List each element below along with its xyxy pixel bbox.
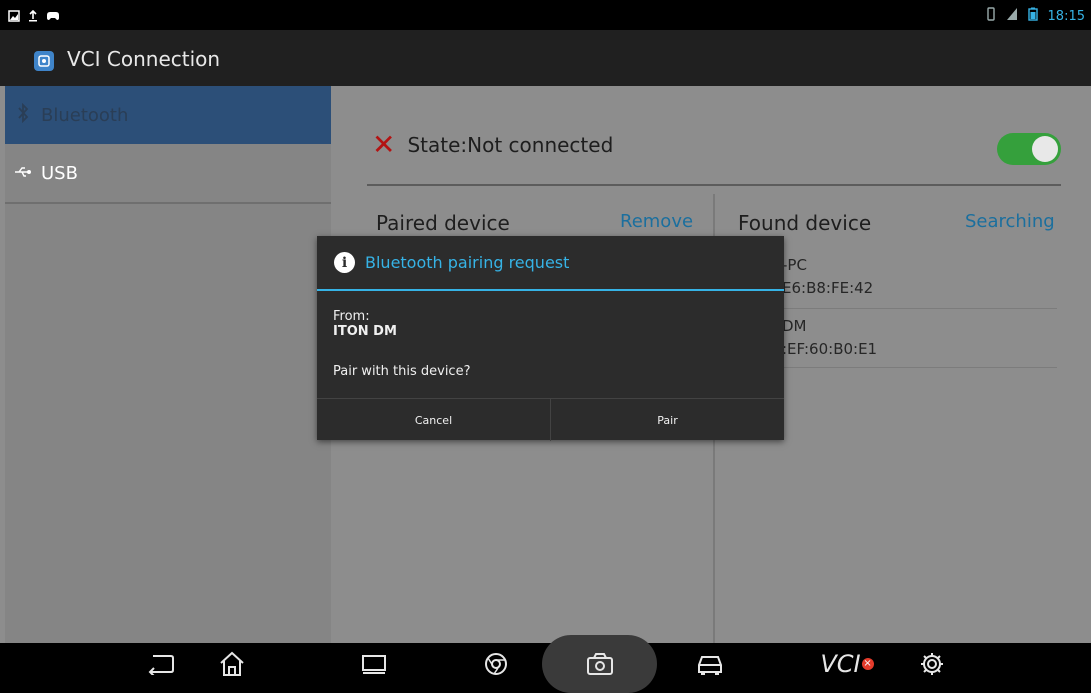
settings-icon[interactable] xyxy=(914,648,950,680)
disconnected-badge-icon: × xyxy=(861,658,874,670)
browser-icon[interactable] xyxy=(478,648,514,680)
pair-question: Pair with this device? xyxy=(333,364,471,379)
cancel-button[interactable]: Cancel xyxy=(317,399,551,441)
sidebar-item-bluetooth[interactable]: Bluetooth xyxy=(5,86,331,144)
signal-icon xyxy=(1006,7,1018,25)
dialog-header: i Bluetooth pairing request xyxy=(317,236,784,289)
game-controller-icon xyxy=(46,7,60,26)
sidebar-item-label: USB xyxy=(41,162,78,184)
navigation-bar: VCI × xyxy=(0,635,1091,693)
status-left-icons xyxy=(8,7,60,26)
sidebar-item-label: Bluetooth xyxy=(41,104,129,126)
dialog-buttons: Cancel Pair xyxy=(317,398,784,441)
found-device-title: Found device xyxy=(738,211,872,235)
remove-button[interactable]: Remove xyxy=(620,211,693,232)
found-device-name[interactable]: DM xyxy=(782,317,807,335)
upload-icon xyxy=(27,7,39,26)
dialog-body: From: ITON DM xyxy=(333,309,397,339)
found-device-address: E6:B8:FE:42 xyxy=(782,279,874,297)
found-device-address: :EF:60:B0:E1 xyxy=(782,340,878,358)
battery-icon xyxy=(1027,7,1038,25)
usb-icon xyxy=(5,163,41,184)
searching-status[interactable]: Searching xyxy=(965,211,1055,232)
image-icon xyxy=(8,7,20,26)
car-icon[interactable] xyxy=(692,648,728,680)
clock: 18:15 xyxy=(1047,8,1085,24)
vci-label: VCI xyxy=(820,650,861,678)
camera-icon[interactable] xyxy=(582,648,618,680)
status-right: 18:15 xyxy=(986,7,1085,25)
sidebar-item-usb[interactable]: USB xyxy=(5,144,331,204)
divider xyxy=(367,184,1061,186)
bluetooth-icon xyxy=(5,102,41,128)
connection-state: ✕ State:Not connected xyxy=(372,131,613,159)
toggle-knob xyxy=(1032,136,1058,162)
sidebar: Bluetooth USB xyxy=(5,86,331,643)
pairing-dialog: i Bluetooth pairing request From: ITON D… xyxy=(317,236,784,441)
from-label: From: xyxy=(333,309,370,324)
vibrate-icon xyxy=(986,7,996,25)
dialog-title: Bluetooth pairing request xyxy=(365,253,570,272)
app-title: VCI Connection xyxy=(67,47,221,71)
dialog-title-divider xyxy=(317,289,784,291)
bluetooth-toggle[interactable] xyxy=(997,133,1061,165)
device-name: ITON DM xyxy=(333,324,397,339)
state-text: State:Not connected xyxy=(407,133,614,157)
recent-apps-icon[interactable] xyxy=(356,648,392,680)
close-icon: ✕ xyxy=(372,128,396,161)
info-icon: i xyxy=(334,252,355,273)
status-bar: 18:15 xyxy=(0,0,1091,30)
paired-device-title: Paired device xyxy=(376,211,510,235)
pair-button[interactable]: Pair xyxy=(551,399,784,441)
back-icon[interactable] xyxy=(142,648,178,680)
found-device-name[interactable]: -PC xyxy=(782,256,807,274)
app-icon[interactable] xyxy=(34,51,54,71)
vci-icon[interactable]: VCI × xyxy=(820,648,874,680)
home-icon[interactable] xyxy=(214,648,250,680)
